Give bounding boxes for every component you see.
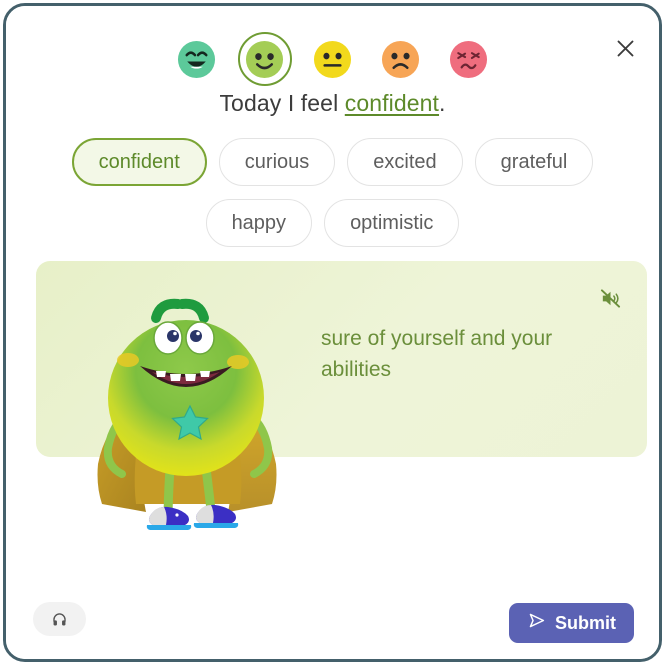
emotion-chip-confident[interactable]: confident: [71, 138, 207, 186]
headphones-icon[interactable]: [33, 602, 86, 636]
sentence-prefix: Today I feel: [219, 90, 345, 116]
window-content: Today I feel confident. confident curiou…: [6, 6, 659, 659]
mood-scale: [6, 32, 659, 86]
emotion-chip-list: confident curious excited grateful happy…: [40, 138, 625, 247]
sentence-selected-word[interactable]: confident: [345, 90, 439, 116]
chip-label: optimistic: [350, 211, 434, 234]
mood-face-happy[interactable]: [237, 32, 292, 86]
sentence-suffix: .: [439, 90, 446, 116]
chip-label: excited: [373, 150, 437, 173]
definition-text: sure of yourself and your abilities: [321, 327, 553, 381]
emotion-chip-optimistic[interactable]: optimistic: [324, 199, 460, 247]
mood-face-very-happy[interactable]: [170, 32, 224, 86]
emotion-chip-excited[interactable]: excited: [347, 138, 463, 186]
submit-label: Submit: [555, 612, 616, 633]
mood-face-upset[interactable]: [442, 32, 496, 86]
send-icon: [527, 611, 546, 635]
chip-label: confident: [98, 150, 180, 173]
chip-label: curious: [244, 150, 310, 173]
app-window: Today I feel confident. confident curiou…: [3, 3, 662, 662]
emotion-chip-curious[interactable]: curious: [218, 138, 336, 186]
chip-label: happy: [231, 211, 287, 234]
definition-panel: sure of yourself and your abilities: [36, 261, 647, 457]
emotion-chip-grateful[interactable]: grateful: [474, 138, 594, 186]
emotion-chip-happy[interactable]: happy: [205, 199, 313, 247]
mood-face-neutral[interactable]: [306, 32, 360, 86]
chip-label: grateful: [500, 150, 568, 173]
mood-face-sad[interactable]: [374, 32, 428, 86]
submit-button[interactable]: Submit: [509, 603, 634, 643]
mood-sentence: Today I feel confident.: [6, 90, 659, 117]
speaker-muted-icon[interactable]: [595, 283, 625, 313]
